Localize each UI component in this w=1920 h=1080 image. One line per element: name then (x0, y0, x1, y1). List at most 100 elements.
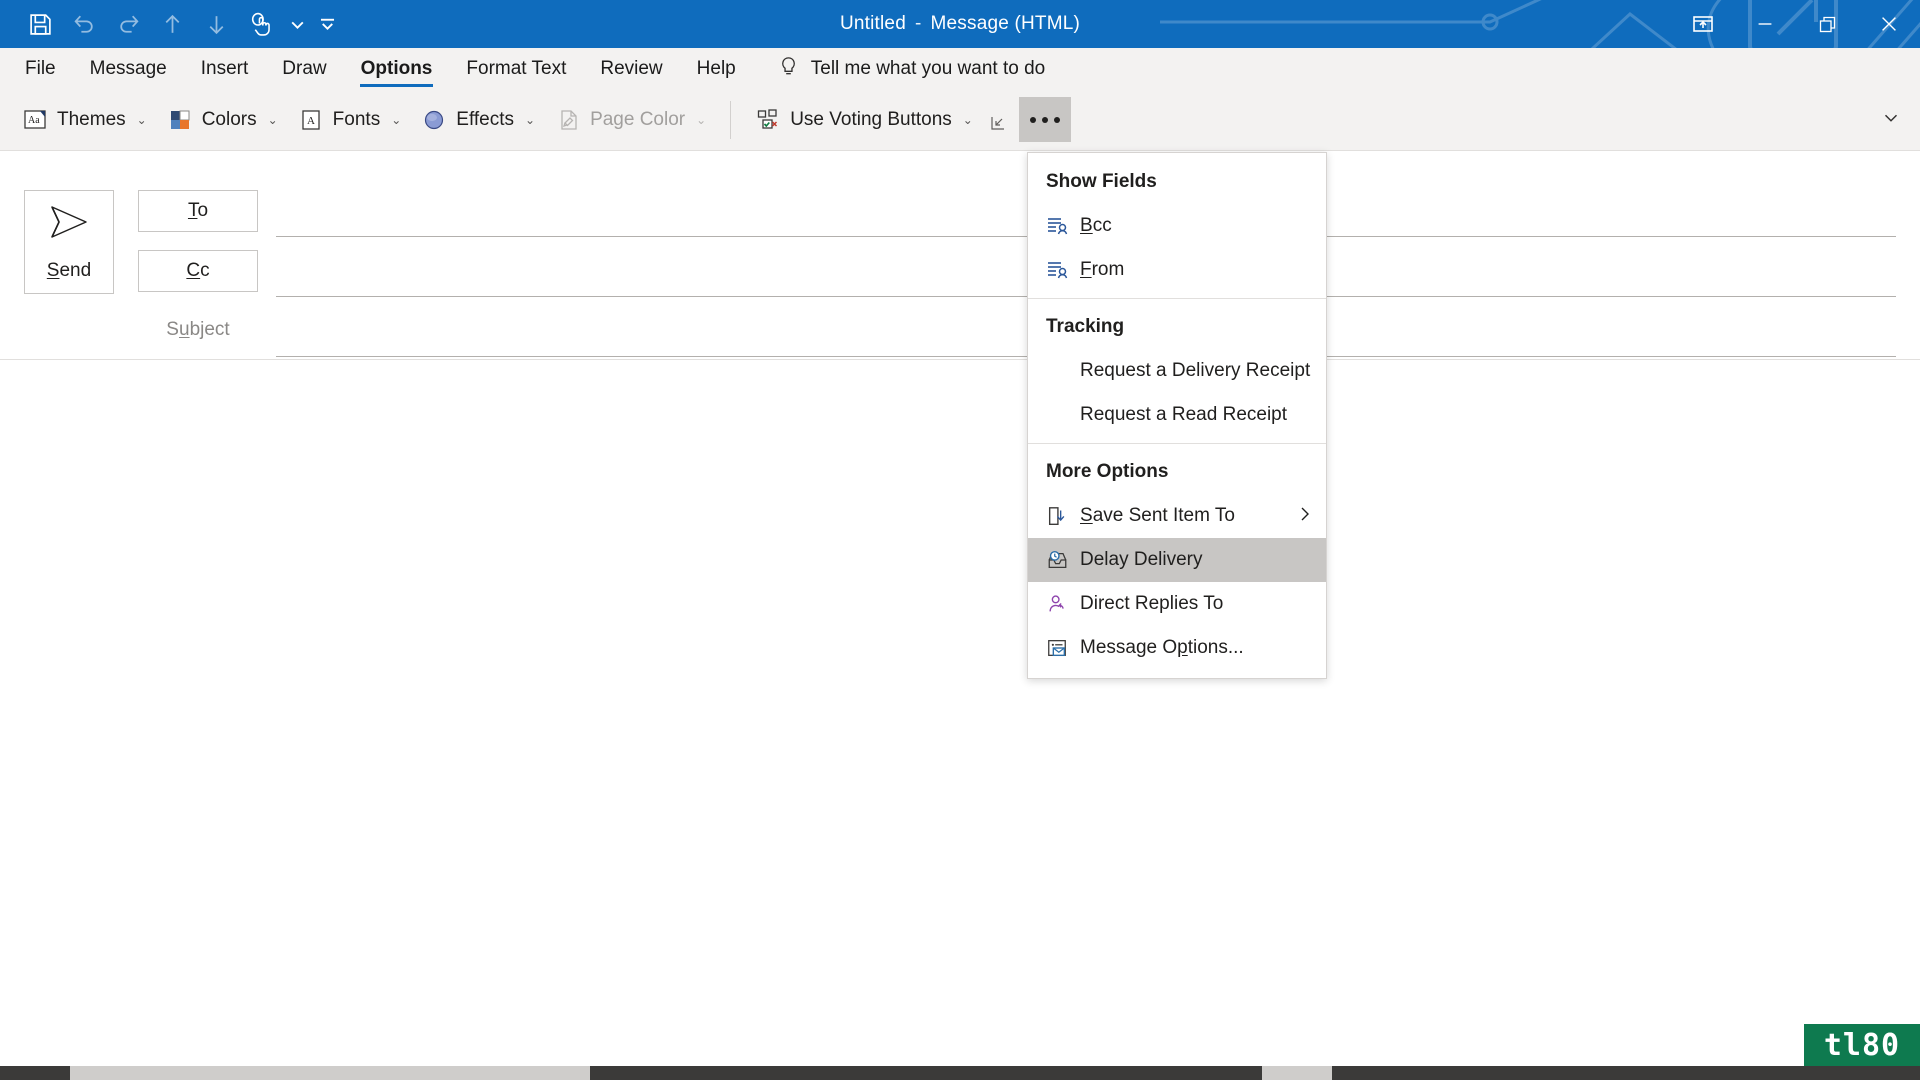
send-label: Send (46, 259, 92, 281)
page-color-button[interactable]: Page Color ⌄ (545, 98, 716, 142)
fonts-button[interactable]: A Fonts ⌄ (288, 98, 412, 142)
delay-delivery-icon (1046, 547, 1080, 573)
tab-label: Message (89, 57, 167, 79)
tab-review[interactable]: Review (583, 48, 679, 89)
scrollbar-track-right (1262, 1066, 1332, 1080)
show-from-field-icon (1046, 257, 1080, 283)
message-body[interactable] (0, 360, 1920, 1050)
touch-mouse-mode-icon[interactable] (238, 4, 282, 44)
redo-icon[interactable] (106, 4, 150, 44)
menu-section-tracking-header: Tracking (1046, 316, 1125, 337)
fonts-icon: A (298, 107, 324, 133)
restore-icon[interactable] (1796, 0, 1858, 48)
window-title-type: Message (HTML) (930, 13, 1081, 34)
effects-button[interactable]: Effects ⌄ (411, 98, 545, 142)
menu-item-label: Delay Delivery (1080, 549, 1203, 570)
ribbon-group-divider (730, 100, 732, 139)
ribbon-group-tracking: Use Voting Buttons ⌄ (745, 89, 1071, 151)
chevron-down-icon: ⌄ (391, 112, 402, 127)
horizontal-scrollbar[interactable] (0, 1066, 1920, 1080)
chevron-down-icon: ⌄ (696, 112, 707, 127)
quick-access-toolbar[interactable] (18, 0, 342, 48)
menu-item-request-delivery-receipt[interactable]: Request a Delivery Receipt (1028, 349, 1326, 393)
menu-item-request-read-receipt[interactable]: Request a Read Receipt (1028, 393, 1326, 437)
themes-label: Themes (57, 108, 126, 130)
menu-item-label: Save Sent Item To (1080, 505, 1235, 526)
chevron-down-icon (1880, 107, 1902, 134)
tab-options[interactable]: Options (344, 48, 450, 89)
dialog-box-launcher-icon[interactable] (987, 109, 1009, 131)
minimize-icon[interactable] (1734, 0, 1796, 48)
menu-item-bcc[interactable]: Bcc (1028, 204, 1326, 248)
send-button[interactable]: Send (24, 190, 114, 294)
previous-item-icon[interactable] (150, 4, 194, 44)
outlook-compose-window: Untitled - Message (HTML) File Message I… (0, 0, 1920, 1080)
save-sent-item-icon (1046, 503, 1080, 529)
to-button[interactable]: To (138, 190, 258, 232)
ribbon-group-themes: Aa Themes ⌄ Colors ⌄ A Fonts ⌄ Effects ⌄… (12, 89, 716, 151)
tell-me-search[interactable]: Tell me what you want to do (777, 48, 1045, 89)
show-bcc-field-icon (1046, 213, 1080, 239)
tab-insert[interactable]: Insert (184, 48, 266, 89)
collapse-ribbon-button[interactable] (1880, 89, 1902, 151)
next-item-icon[interactable] (194, 4, 238, 44)
page-color-icon (555, 107, 581, 133)
tab-label: Options (360, 57, 433, 79)
tab-format-text[interactable]: Format Text (449, 48, 583, 89)
window-controls[interactable] (1672, 0, 1920, 48)
tab-draw[interactable]: Draw (265, 48, 343, 89)
tab-message[interactable]: Message (73, 48, 184, 89)
save-icon[interactable] (18, 4, 62, 44)
customize-qat-icon[interactable] (312, 4, 342, 44)
ellipsis-icon (1029, 116, 1060, 123)
checkbox-icon (1046, 358, 1080, 384)
close-icon[interactable] (1858, 0, 1920, 48)
message-options-icon (1046, 635, 1080, 661)
ribbon-tabs[interactable]: File Message Insert Draw Options Format … (0, 48, 1920, 89)
cc-button[interactable]: Cc (138, 250, 258, 292)
watermark: tl80 (1804, 1024, 1920, 1066)
ribbon-display-options-icon[interactable] (1672, 0, 1734, 48)
menu-item-label: Request a Read Receipt (1080, 404, 1288, 425)
menu-item-label: Request a Delivery Receipt (1080, 360, 1311, 381)
window-title-doc: Untitled (839, 13, 906, 34)
checkbox-icon (1046, 402, 1080, 428)
tell-me-placeholder: Tell me what you want to do (810, 57, 1046, 79)
menu-item-message-options[interactable]: Message Options... (1028, 626, 1326, 670)
menu-item-from[interactable]: From (1028, 248, 1326, 292)
menu-item-direct-replies-to[interactable]: Direct Replies To (1028, 582, 1326, 626)
tab-label: Format Text (466, 57, 567, 79)
window-title-separator: - (914, 13, 922, 34)
touch-mode-dropdown-icon[interactable] (282, 4, 312, 44)
colors-icon (167, 107, 193, 133)
menu-item-delay-delivery[interactable]: Delay Delivery (1028, 538, 1326, 582)
chevron-right-icon (1298, 505, 1312, 528)
cc-label: Cc (186, 260, 210, 281)
ribbon-options-tab: Aa Themes ⌄ Colors ⌄ A Fonts ⌄ Effects ⌄… (0, 89, 1920, 151)
menu-item-label: From (1080, 259, 1125, 280)
tab-help[interactable]: Help (680, 48, 753, 89)
themes-button[interactable]: Aa Themes ⌄ (12, 98, 157, 142)
subject-label: Su bject (166, 319, 230, 340)
more-commands-button[interactable] (1018, 97, 1071, 142)
tab-label: Draw (282, 57, 327, 79)
scrollbar-track-left (70, 1066, 590, 1080)
to-label: To (187, 200, 209, 221)
svg-text:A: A (307, 115, 315, 127)
fonts-label: Fonts (332, 108, 381, 130)
menu-item-save-sent-item-to[interactable]: Save Sent Item To (1028, 494, 1326, 538)
tab-file[interactable]: File (8, 48, 73, 89)
more-commands-menu: Show Fields Bcc From Tracking Request a … (1027, 152, 1327, 679)
themes-icon: Aa (22, 107, 48, 133)
menu-divider (1028, 298, 1326, 299)
menu-section-show-fields-header: Show Fields (1046, 171, 1157, 192)
colors-button[interactable]: Colors ⌄ (157, 98, 288, 142)
tab-label: Help (696, 57, 736, 79)
use-voting-buttons-label: Use Voting Buttons (790, 108, 952, 130)
use-voting-buttons-button[interactable]: Use Voting Buttons ⌄ (745, 98, 983, 142)
undo-icon[interactable] (62, 4, 106, 44)
direct-replies-icon (1046, 591, 1080, 617)
tab-label: File (25, 57, 56, 79)
menu-item-label: Direct Replies To (1080, 593, 1224, 614)
chevron-down-icon: ⌄ (136, 112, 147, 127)
